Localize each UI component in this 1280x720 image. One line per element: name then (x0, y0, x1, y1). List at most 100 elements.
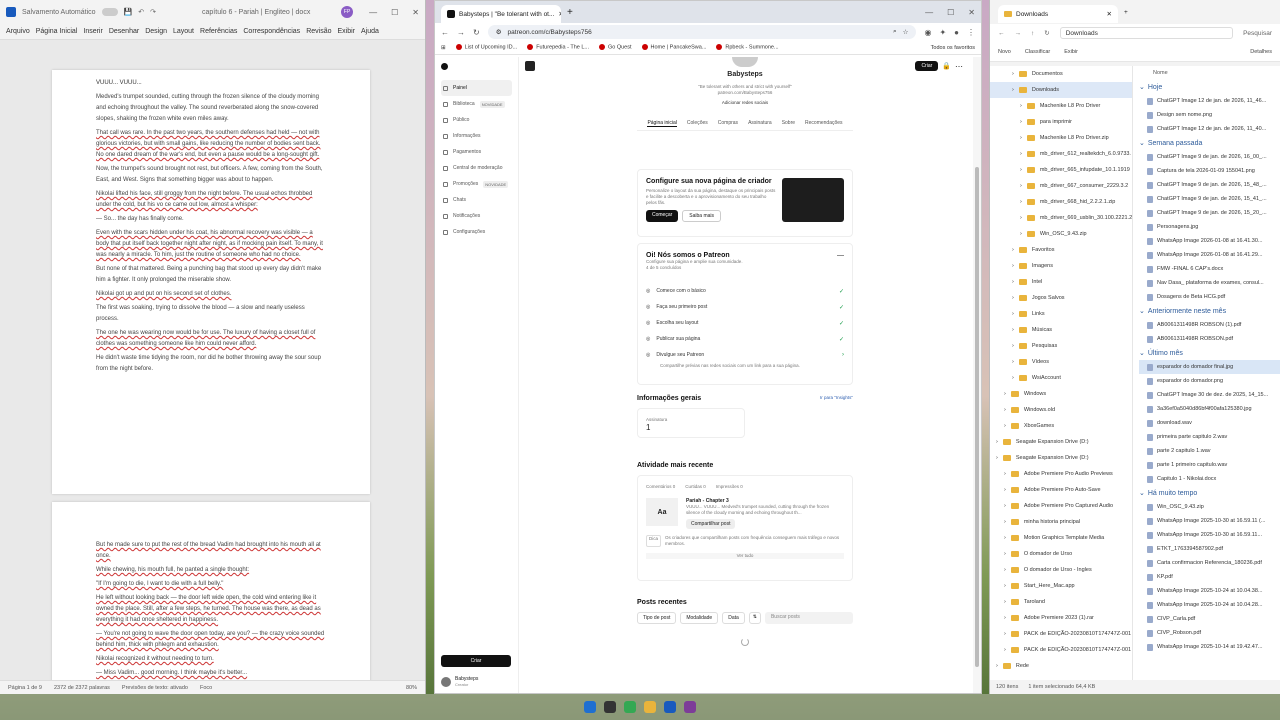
chevron-right-icon[interactable]: › (1004, 503, 1006, 509)
bookmark-item[interactable]: Home | PancakeSwa... (641, 44, 706, 51)
file-row[interactable]: Personagens.jpg (1139, 220, 1280, 234)
start-icon[interactable] (584, 701, 596, 713)
more-icon[interactable]: ⋯ (955, 62, 963, 71)
document-paragraph[interactable]: Nikolai lifted his face, still groggy fr… (96, 189, 326, 211)
new-tab-icon[interactable]: + (567, 7, 573, 18)
tree-item[interactable]: › Seagate Expansion Drive (D:) (990, 434, 1132, 450)
document-page-1[interactable]: VUUU... VUUU... Medved's trumpet sounded… (52, 70, 370, 494)
file-row[interactable]: KP.pdf (1139, 570, 1280, 584)
see-all-button[interactable]: Ver tudo (646, 553, 844, 559)
chevron-right-icon[interactable]: › (1004, 551, 1006, 557)
start-button[interactable]: Começar (646, 210, 679, 222)
ribbon-tab[interactable]: Página Inicial (36, 28, 78, 35)
file-row[interactable]: ChatGPT Image 9 de jan. de 2026, 15_20_.… (1139, 206, 1280, 220)
chevron-right-icon[interactable]: › (1004, 631, 1006, 637)
chevron-right-icon[interactable]: › (1004, 583, 1006, 589)
file-row[interactable]: FMW -FINAL 6 CAP's.docx (1139, 262, 1280, 276)
word-count[interactable]: 2372 de 2372 palavras (54, 685, 110, 691)
file-row[interactable]: WhatsApp Image 2025-10-30 at 16.59.11 (.… (1139, 514, 1280, 528)
document-area[interactable]: VUUU... VUUU... Medved's trumpet sounded… (0, 40, 425, 694)
toolbar-button[interactable]: Exibir (1064, 49, 1078, 55)
chevron-right-icon[interactable]: › (1012, 359, 1014, 365)
tree-item[interactable]: › Imagens (990, 258, 1132, 274)
close-icon[interactable]: ✕ (968, 8, 975, 17)
forward-icon[interactable]: → (457, 28, 465, 37)
file-row[interactable]: AB0061311498R ROBSON (1).pdf (1139, 318, 1280, 332)
tree-item[interactable]: › Intel (990, 274, 1132, 290)
file-row[interactable]: ETKT_1763394587902.pdf (1139, 542, 1280, 556)
search-posts-input[interactable]: Buscar posts (764, 612, 853, 624)
tab-close-icon[interactable]: ✕ (1107, 10, 1112, 18)
file-group-header[interactable]: ⌄ Anteriormente neste mês (1139, 304, 1280, 318)
sidebar-item[interactable]: Central de moderação (441, 160, 512, 176)
ribbon-tab[interactable]: Referências (200, 28, 237, 35)
insights-link[interactable]: Ir para "Insights" (820, 395, 853, 402)
activity-filter[interactable]: Comentários 0 (646, 484, 675, 490)
menu-kebab-icon[interactable]: ⋮ (967, 28, 975, 37)
tree-item[interactable]: › Músicas (990, 322, 1132, 338)
tree-item[interactable]: › Windows (990, 386, 1132, 402)
close-icon[interactable]: ✕ (412, 8, 419, 17)
forward-icon[interactable]: → (1015, 30, 1022, 37)
chevron-right-icon[interactable]: › (996, 439, 998, 445)
file-row[interactable]: CIVP_Carla.pdf (1139, 612, 1280, 626)
extension-icon[interactable]: ◉ (924, 28, 931, 37)
sidebar-item[interactable]: Painel (441, 80, 512, 96)
document-paragraph[interactable]: Now, the trumpet's sound brought not res… (96, 164, 326, 186)
column-header-name[interactable]: Nome (1139, 66, 1280, 80)
document-page-2[interactable]: But he made sure to put the rest of the … (52, 502, 370, 694)
create-button[interactable]: Criar (915, 61, 939, 71)
document-paragraph[interactable]: Even with the scars hidden under his coa… (96, 228, 326, 261)
search-field[interactable]: Pesquisar (1243, 30, 1272, 37)
all-bookmarks[interactable]: Todos os favoritos (931, 45, 975, 51)
sidebar-item[interactable]: Notificações (441, 208, 512, 224)
tree-item[interactable]: › Adobe Premiere Pro Captured Audio (990, 498, 1132, 514)
bookmark-item[interactable]: List of Upcoming ID... (455, 44, 517, 51)
chevron-right-icon[interactable]: › (1004, 487, 1006, 493)
document-paragraph[interactable]: Nikolai got up and put on his second set… (96, 289, 326, 300)
file-row[interactable]: Design sem nome.png (1139, 108, 1280, 122)
file-row[interactable]: ChatGPT Image 9 de jan. de 2026, 15_41_.… (1139, 192, 1280, 206)
file-row[interactable]: Nav Dasa_ plataforma de exames, consul..… (1139, 276, 1280, 290)
ribbon-tab[interactable]: Layout (173, 28, 194, 35)
minimize-icon[interactable]: — (369, 8, 377, 17)
maximize-icon[interactable]: ☐ (947, 8, 954, 17)
file-row[interactable]: primeira parte capitulo 2.wav (1139, 430, 1280, 444)
chevron-down-icon[interactable]: ⌄ (1139, 307, 1145, 315)
chevron-right-icon[interactable]: › (1020, 183, 1022, 189)
file-row[interactable]: ChatGPT Image 12 de jan. de 2026, 11_46.… (1139, 94, 1280, 108)
chevron-right-icon[interactable]: › (1004, 471, 1006, 477)
chevron-right-icon[interactable]: › (1012, 311, 1014, 317)
chevron-right-icon[interactable]: › (1012, 247, 1014, 253)
tree-item[interactable]: › Win_OSC_9.43.zip (990, 226, 1132, 242)
tree-item[interactable]: › Documentos (990, 66, 1132, 82)
file-group-header[interactable]: ⌄ Há muito tempo (1139, 486, 1280, 500)
file-row[interactable]: AB0061311498R ROBSON.pdf (1139, 332, 1280, 346)
chevron-down-icon[interactable]: ⌄ (1139, 489, 1145, 497)
setup-step[interactable]: ◎ Divulgue seu Patreon › (646, 347, 844, 363)
tree-item[interactable]: › mb_driver_612_realtekdch_6.0.9733. (990, 146, 1132, 162)
creator-link[interactable]: patreon.com/Babysteps756 (637, 90, 853, 96)
document-paragraph[interactable]: But he made sure to put the rest of the … (96, 540, 326, 562)
word-icon[interactable] (664, 701, 676, 713)
file-row[interactable]: CIVP_Robson.pdf (1139, 626, 1280, 640)
document-paragraph[interactable]: The first was soaking, trying to dissolv… (96, 303, 326, 325)
lock-icon[interactable]: 🔒 (942, 62, 951, 70)
focus-button[interactable]: Foco (200, 685, 212, 691)
tree-item[interactable]: › mb_driver_669_usblin_30.100.2221.2 (990, 210, 1132, 226)
chevron-right-icon[interactable]: › (1004, 599, 1006, 605)
autosave-toggle[interactable] (101, 8, 118, 16)
file-row[interactable]: 3a36ef0a5040d86bf4f00afa125380.jpg (1139, 402, 1280, 416)
tree-item[interactable]: › mb_driver_665_infupdate_10.1.1919 (990, 162, 1132, 178)
file-row[interactable]: Carta confirmacion Referencia_180236.pdf (1139, 556, 1280, 570)
document-paragraph[interactable]: But none of that mattered. Being a punch… (96, 264, 326, 286)
document-paragraph[interactable]: "If I'm going to die, I want to die with… (96, 579, 326, 590)
sidebar-item[interactable]: Público (441, 112, 512, 128)
bookmark-item[interactable]: Rpbeck - Summone... (716, 44, 779, 51)
chevron-right-icon[interactable]: › (1012, 263, 1014, 269)
tree-item[interactable]: › Favoritos (990, 242, 1132, 258)
file-row[interactable]: download.wav (1139, 416, 1280, 430)
back-icon[interactable]: ← (441, 28, 449, 37)
chevron-right-icon[interactable]: › (1004, 535, 1006, 541)
tree-item[interactable]: › Machenike L8 Pro Driver.zip (990, 130, 1132, 146)
